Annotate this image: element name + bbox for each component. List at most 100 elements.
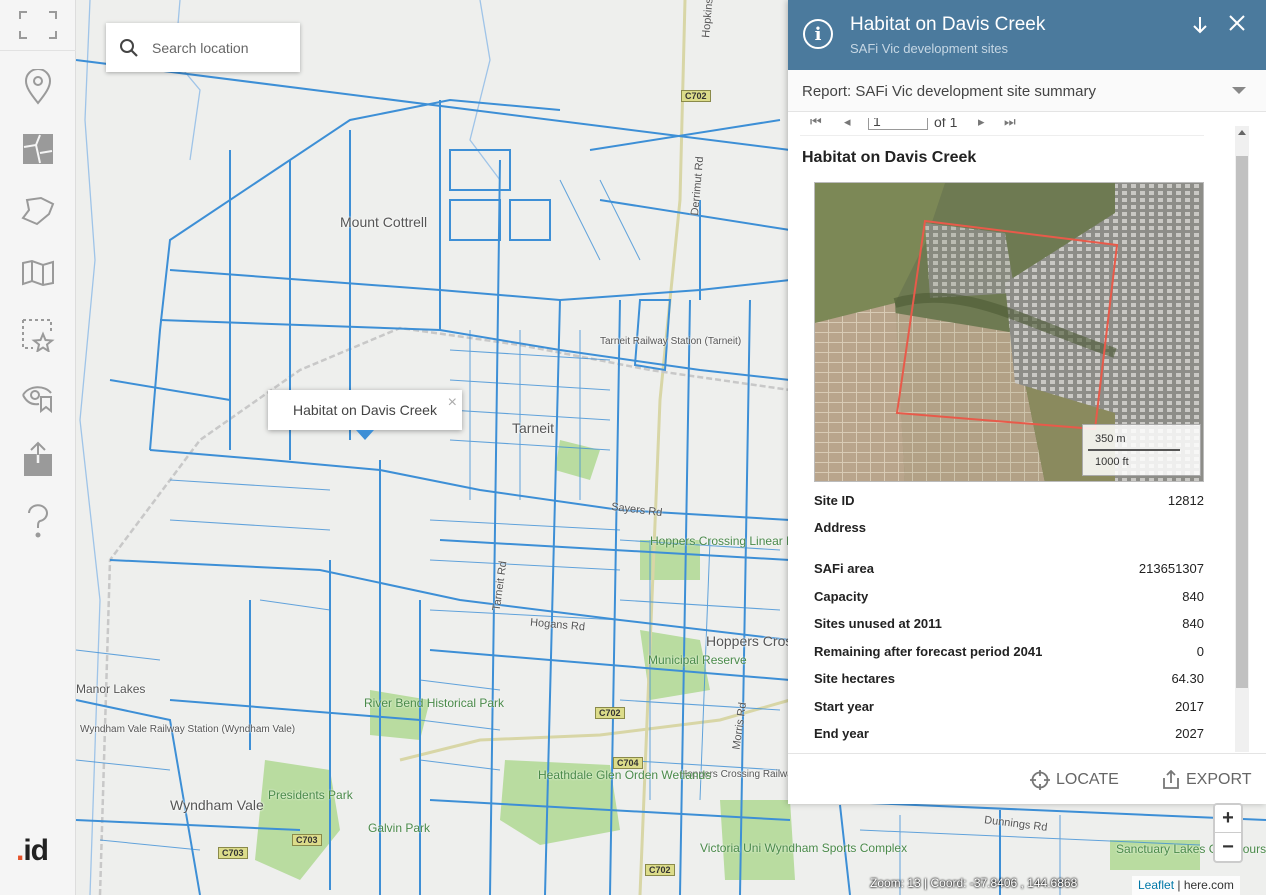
park-area [720, 800, 795, 880]
park-label: Victoria Uni Wyndham Sports Complex [700, 841, 908, 855]
park-label: Galvin Park [368, 821, 431, 835]
attribute-value: 840 [1182, 589, 1204, 604]
location-button[interactable] [0, 56, 76, 118]
search-placeholder[interactable]: Search location [152, 40, 249, 56]
report-selector[interactable]: Report: SAFi Vic development site summar… [788, 70, 1266, 112]
place-label: Mount Cottrell [340, 214, 428, 230]
first-page-icon[interactable]: ⏮ [810, 118, 822, 130]
map-status: Zoom: 13 | Coord: -37.8406 , 144.6868 [870, 876, 1078, 890]
view-bookmark-icon [22, 386, 52, 413]
chevron-down-icon [1232, 87, 1246, 94]
place-label: Manor Lakes [76, 682, 146, 696]
last-page-icon[interactable]: ⏭ [1004, 118, 1016, 130]
attribute-key: Remaining after forecast period 2041 [814, 644, 1043, 659]
here-attribution: here.com [1183, 878, 1234, 892]
panel-title: Habitat on Davis Creek [850, 14, 1046, 35]
bookmark-view-button[interactable] [0, 366, 76, 428]
locate-label: LOCATE [1056, 771, 1119, 788]
download-icon[interactable] [1192, 15, 1208, 41]
share-button[interactable] [0, 428, 76, 490]
boundaries-icon [23, 134, 53, 164]
route-shield: C703 [218, 847, 248, 859]
scale-imperial: 1000 ft [1095, 456, 1129, 468]
scale-bar: 350 m 1000 ft [1082, 424, 1201, 476]
export-label: EXPORT [1186, 771, 1252, 788]
report-content[interactable]: ⏮ ◂ 1 of 1 ▸ ⏭ Habitat on Davis Creek 35… [800, 118, 1230, 752]
route-shield: C702 [681, 90, 711, 102]
attribute-key: Address [814, 520, 867, 535]
panel-footer: LOCATE EXPORT [788, 753, 1266, 804]
attribute-key: SAFi area [814, 561, 874, 576]
export-button[interactable]: EXPORT [1162, 770, 1252, 790]
info-panel: i Habitat on Davis Creek SAFi Vic develo… [788, 0, 1266, 804]
leaflet-link[interactable]: Leaflet [1138, 878, 1174, 892]
panel-subtitle: SAFi Vic development sites [850, 41, 1008, 56]
place-label: Tarneit [512, 420, 555, 436]
search-box[interactable]: Search location [106, 23, 300, 72]
info-icon: i [803, 19, 833, 49]
report-selector-label: Report: SAFi Vic development site summar… [802, 83, 1097, 100]
search-icon [106, 38, 152, 58]
attribute-value: 840 [1182, 616, 1204, 631]
map-attribution: Leaflet | here.com [1132, 876, 1240, 895]
page-number-input[interactable]: 1 [868, 118, 928, 130]
zoom-in-button[interactable]: + [1215, 805, 1241, 833]
fullscreen-button[interactable] [0, 0, 76, 56]
map-popup[interactable]: Habitat on Davis Creek × [268, 390, 462, 440]
park-label: Municipal Reserve [648, 653, 747, 667]
page-count: of 1 [934, 118, 958, 130]
map-layers-button[interactable] [0, 242, 76, 304]
zoom-out-button[interactable]: − [1215, 833, 1241, 861]
attribute-value: 12812 [1167, 493, 1204, 508]
scroll-up-icon[interactable] [1238, 130, 1246, 135]
route-shield: C703 [292, 834, 322, 846]
attribute-key: Site hectares [814, 671, 895, 686]
id-logo: .id [16, 834, 49, 867]
attribute-value: 0 [1196, 644, 1204, 659]
help-icon [28, 504, 48, 538]
report-title: Habitat on Davis Creek [802, 149, 977, 166]
popup-marker[interactable] [356, 430, 374, 440]
popup-close-button[interactable]: × [448, 394, 457, 412]
route-shield: C702 [595, 707, 625, 719]
attribute-key: Capacity [814, 589, 869, 604]
location-pin-icon [24, 69, 52, 105]
scale-line [1088, 449, 1180, 451]
attribute-value: 213651307 [1138, 561, 1204, 576]
region-button[interactable] [0, 180, 76, 242]
fullscreen-icon [19, 11, 57, 39]
park-label: Heathdale Glen Orden Wetlands [538, 768, 712, 782]
close-icon[interactable] [1226, 12, 1248, 41]
attribute-key: Site ID [814, 493, 855, 508]
route-shield: C702 [645, 864, 675, 876]
report-scrollbar[interactable] [1235, 126, 1249, 752]
next-page-icon[interactable]: ▸ [978, 118, 985, 130]
boundaries-button[interactable] [0, 118, 76, 180]
toolbar-divider [0, 50, 76, 51]
prev-page-icon[interactable]: ◂ [844, 118, 851, 130]
attribute-key: Sites unused at 2011 [814, 616, 942, 631]
park-label: Sanctuary Lakes Golf Course [1116, 842, 1266, 856]
attribute-key: End year [814, 726, 869, 741]
place-label: Wyndham Vale [170, 797, 264, 813]
favourites-icon [22, 319, 55, 352]
station-label: Tarneit Railway Station (Tarneit) [600, 336, 742, 347]
report-pager: ⏮ ◂ 1 of 1 ▸ ⏭ [800, 118, 1204, 136]
zoom-control: + − [1213, 803, 1243, 863]
station-label: Wyndham Vale Railway Station (Wyndham Va… [80, 724, 296, 735]
left-toolbar: .id [0, 0, 76, 895]
crosshair-icon [1030, 770, 1050, 790]
attribute-value: 2017 [1175, 699, 1204, 714]
scroll-thumb[interactable] [1236, 156, 1248, 688]
park-label: Presidents Park [268, 788, 353, 802]
map-icon [22, 259, 54, 287]
favourites-button[interactable] [0, 304, 76, 366]
export-icon [1163, 770, 1179, 789]
help-button[interactable] [0, 490, 76, 552]
park-label: River Bend Historical Park [364, 696, 505, 710]
region-icon [21, 196, 55, 226]
scale-metric: 350 m [1095, 433, 1126, 445]
locate-button[interactable]: LOCATE [1030, 770, 1119, 790]
aerial-image: 350 m 1000 ft [814, 182, 1204, 482]
attribute-value: 2027 [1175, 726, 1204, 741]
